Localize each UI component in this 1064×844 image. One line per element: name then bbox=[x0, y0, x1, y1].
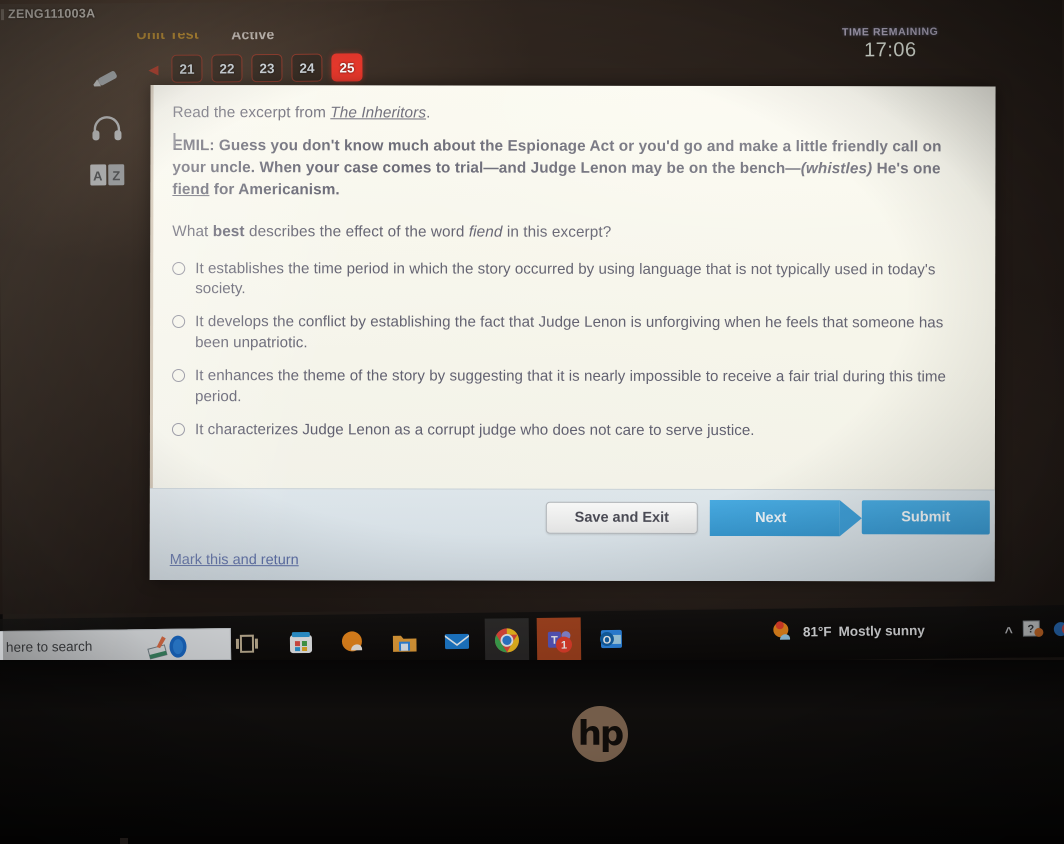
svg-text:?: ? bbox=[1027, 623, 1034, 635]
radio-button-a[interactable] bbox=[172, 261, 186, 275]
timer-value: 17:06 bbox=[863, 38, 917, 62]
answer-option-b[interactable]: It develops the conflict by establishing… bbox=[172, 312, 969, 355]
timer: TIME REMAINING 17:06 bbox=[810, 26, 970, 63]
excerpt-keyword-fiend: fiend bbox=[172, 180, 210, 198]
question-tab-22[interactable]: 22 bbox=[211, 54, 243, 83]
laptop-screen: ZENG111003A Unit Test Active ◀ 21 22 23 … bbox=[0, 0, 1064, 672]
excerpt-stage-direction: (whistles) bbox=[800, 160, 873, 178]
teams-icon[interactable]: T 1 bbox=[545, 625, 573, 653]
next-button[interactable]: Next bbox=[709, 499, 840, 537]
excerpt-part-2: He's one bbox=[872, 160, 941, 178]
chevron-left-icon[interactable]: ◀ bbox=[148, 61, 158, 76]
svg-text:A: A bbox=[93, 168, 103, 183]
answer-options[interactable]: It establishes the time period in which … bbox=[171, 259, 969, 442]
student-code-label: ZENG111003A bbox=[7, 6, 96, 22]
submit-button[interactable]: Submit bbox=[861, 500, 990, 535]
svg-text:O: O bbox=[603, 634, 612, 646]
weather-condition: Mostly sunny bbox=[838, 622, 925, 639]
save-and-exit-button[interactable]: Save and Exit bbox=[545, 501, 698, 534]
task-view-icon[interactable] bbox=[233, 630, 261, 658]
prompt-keyword: fiend bbox=[468, 223, 503, 241]
weather-status[interactable]: 81°F Mostly sunny bbox=[772, 619, 925, 643]
answer-option-b-label: It develops the conflict by establishing… bbox=[195, 313, 944, 352]
question-tab-23[interactable]: 23 bbox=[251, 53, 283, 83]
next-button-arrow-icon[interactable] bbox=[839, 500, 862, 537]
card-footer: Save and Exit Next Submit Mark this and … bbox=[149, 487, 995, 582]
chrome-icon[interactable] bbox=[493, 626, 521, 654]
teams-badge-count: 1 bbox=[561, 640, 567, 652]
dictionary-icon[interactable]: A Z bbox=[89, 161, 125, 187]
answer-option-c[interactable]: It enhances the theme of the story by su… bbox=[172, 366, 969, 409]
source-title: The Inheritors bbox=[330, 104, 427, 122]
tray-cloud-icon[interactable] bbox=[1053, 619, 1064, 639]
answer-option-c-label: It enhances the theme of the story by su… bbox=[195, 366, 946, 405]
mail-icon[interactable] bbox=[443, 627, 471, 655]
tray-help-icon[interactable]: ? bbox=[1022, 619, 1044, 639]
file-explorer-icon[interactable] bbox=[391, 628, 419, 656]
outlook-icon[interactable]: O bbox=[597, 625, 625, 653]
question-tab-21[interactable]: 21 bbox=[171, 54, 203, 83]
radio-button-b[interactable] bbox=[172, 315, 186, 329]
timer-label: TIME REMAINING bbox=[841, 25, 939, 39]
microsoft-store-icon[interactable] bbox=[287, 629, 315, 657]
weather-orb-icon[interactable] bbox=[339, 628, 367, 656]
answer-option-a[interactable]: It establishes the time period in which … bbox=[172, 259, 969, 302]
prompt-post: in this excerpt? bbox=[502, 223, 612, 242]
radio-button-d[interactable] bbox=[171, 422, 185, 436]
screen-edge-tick bbox=[0, 9, 5, 21]
weather-temperature: 81°F bbox=[802, 623, 832, 639]
read-instruction: Read the excerpt from The Inheritors. bbox=[172, 104, 431, 122]
mark-this-and-return-link[interactable]: Mark this and return bbox=[170, 552, 299, 568]
bezel-notch bbox=[120, 838, 128, 844]
excerpt-part-3: for Americanism. bbox=[209, 180, 340, 198]
answer-option-a-label: It establishes the time period in which … bbox=[195, 259, 936, 298]
search-input[interactable]: here to search bbox=[0, 627, 232, 664]
system-tray[interactable]: ? bbox=[1022, 619, 1064, 640]
read-instruction-prefix: Read the excerpt from bbox=[172, 104, 331, 122]
svg-text:Z: Z bbox=[112, 168, 120, 183]
chevron-up-icon[interactable]: ^ bbox=[1005, 624, 1013, 640]
answer-option-d-label: It characterizes Judge Lenon as a corrup… bbox=[194, 420, 755, 439]
question-tab-24[interactable]: 24 bbox=[291, 53, 323, 82]
answer-option-d[interactable]: It characterizes Judge Lenon as a corrup… bbox=[171, 420, 969, 442]
laptop-lower-bezel bbox=[0, 660, 1064, 844]
bezel-seam bbox=[0, 836, 1064, 844]
question-tab-25[interactable]: 25 bbox=[331, 53, 363, 82]
weather-cloud-icon bbox=[773, 621, 791, 640]
text-cursor bbox=[173, 133, 175, 149]
radio-button-c[interactable] bbox=[172, 368, 186, 382]
question-prompt: What best describes the effect of the wo… bbox=[172, 222, 969, 244]
question-card: Read the excerpt from The Inheritors. EM… bbox=[149, 84, 996, 582]
cortana-icon[interactable] bbox=[145, 633, 189, 662]
question-navigation[interactable]: ◀ 21 22 23 24 25 bbox=[148, 53, 363, 83]
highlighter-icon[interactable] bbox=[90, 65, 124, 93]
hp-logo: hp bbox=[572, 706, 628, 762]
photograph-of-laptop-screen: ZENG111003A Unit Test Active ◀ 21 22 23 … bbox=[0, 0, 1064, 844]
headphones-icon[interactable] bbox=[91, 115, 123, 141]
prompt-mid: describes the effect of the word bbox=[244, 223, 469, 241]
prompt-emphasis: best bbox=[212, 223, 245, 241]
excerpt-text: EMIL: Guess you don't know much about th… bbox=[172, 135, 969, 202]
prompt-pre: What bbox=[172, 223, 213, 241]
